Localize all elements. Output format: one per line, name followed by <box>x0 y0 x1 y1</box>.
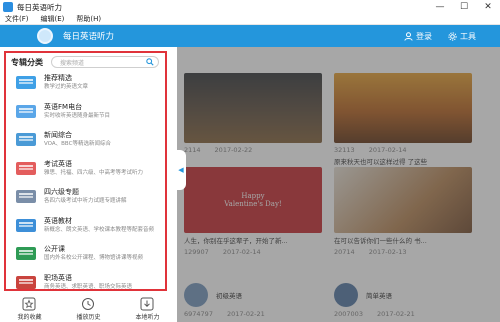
category-description: 新概念、朗文英语、学校课本教程等配套音频 <box>44 226 155 233</box>
history-icon <box>82 298 95 310</box>
window-title: 每日英语听力 <box>17 2 62 12</box>
collapse-panel-tab[interactable]: ◀ <box>176 150 186 190</box>
category-item[interactable]: 英语教材 新概念、朗文英语、学校课本教程等配套音频 <box>8 215 166 244</box>
category-panel-highlight: 专辑分类 搜索频道 推荐精选 教学过的英语文章 英语FM电台 实时收听英语随身最新节目… <box>4 51 167 291</box>
title-bar: 每日英语听力 — ☐ ✕ <box>0 0 500 14</box>
category-description: VOA、BBC等精选新闻综合 <box>44 141 111 147</box>
login-button[interactable]: 登录 <box>404 31 432 42</box>
panel-bottom-nav: 我的收藏 播放历史 本地听力 <box>0 297 177 322</box>
category-item[interactable]: 考试英语 雅思、托福、四六级、中高考等考试听力 <box>8 158 166 187</box>
category-item[interactable]: 推荐精选教学过的英语文章 <box>8 72 166 101</box>
category-item[interactable]: 公开课国内外名校公开课程、博物馆讲课等视频 <box>8 243 166 272</box>
maximize-button[interactable]: ☐ <box>452 0 476 14</box>
menu-help[interactable]: 帮助(H) <box>76 14 101 24</box>
category-name: 推荐精选 <box>44 74 72 82</box>
gear-icon <box>448 31 457 41</box>
category-name: 英语FM电台 <box>44 102 83 111</box>
category-description: 雅思、托福、四六级、中高考等考试听力 <box>44 169 144 176</box>
tools-label: 工具 <box>460 31 476 41</box>
local-audio-button[interactable]: 本地听力 <box>135 297 160 321</box>
category-name: 公开课 <box>44 245 65 253</box>
category-icon <box>16 218 36 232</box>
favorites-button[interactable]: 我的收藏 <box>17 297 42 321</box>
category-icon <box>16 275 36 289</box>
panel-title: 专辑分类 <box>11 57 43 67</box>
favorites-label: 我的收藏 <box>17 314 42 321</box>
category-item[interactable]: 新闻综合 VOA、BBC等精选新闻综合 <box>8 129 166 158</box>
history-label: 播放历史 <box>76 314 101 321</box>
category-icon <box>16 247 36 260</box>
category-name: 考试英语 <box>44 159 72 168</box>
menu-edit[interactable]: 编辑(E) <box>41 14 65 24</box>
category-panel: 专辑分类 搜索频道 推荐精选 教学过的英语文章 英语FM电台 实时收听英语随身最新节目… <box>0 47 177 322</box>
category-description: 教学过的英语文章 <box>44 84 89 90</box>
header-title: 每日英语听力 <box>63 32 115 42</box>
category-item[interactable]: 英语FM电台 实时收听英语随身最新节目 <box>8 101 166 130</box>
category-icon <box>16 161 36 175</box>
search-icon[interactable] <box>146 58 154 66</box>
menu-file[interactable]: 文件(F) <box>5 14 29 24</box>
close-button[interactable]: ✕ <box>476 0 500 14</box>
category-item[interactable]: 四六级专题各四六级考试中听力试题专题讲解 <box>8 186 166 215</box>
login-label: 登录 <box>416 31 432 41</box>
category-icon <box>16 190 36 203</box>
tools-button[interactable]: 工具 <box>448 31 476 42</box>
app-logo <box>37 28 53 44</box>
category-name: 职场英语 <box>44 273 72 282</box>
download-icon <box>140 297 154 311</box>
app-header: 每日英语听力 登录 工具 <box>0 25 500 47</box>
category-name: 四六级专题 <box>44 188 79 196</box>
category-name: 英语教材 <box>44 216 72 225</box>
category-description: 实时收听英语随身最新节目 <box>44 112 111 119</box>
search-placeholder: 搜索频道 <box>60 59 85 67</box>
category-item[interactable]: 职场英语 商务英语、求职英语、职场交际英语 <box>8 272 166 301</box>
category-name: 新闻综合 <box>44 131 72 139</box>
minimize-button[interactable]: — <box>428 0 452 14</box>
category-description: 国内外名校公开课程、博物馆讲课等视频 <box>44 255 144 261</box>
category-description: 各四六级考试中听力试题专题讲解 <box>44 198 127 204</box>
category-icon <box>16 133 36 146</box>
app-icon <box>3 2 13 12</box>
window-controls: — ☐ ✕ <box>428 0 500 14</box>
category-icon <box>16 104 36 118</box>
category-icon <box>16 76 36 89</box>
star-icon <box>22 297 36 311</box>
user-icon <box>404 31 413 41</box>
channel-search-input[interactable]: 搜索频道 <box>51 56 159 68</box>
local-audio-label: 本地听力 <box>135 314 160 321</box>
history-button[interactable]: 播放历史 <box>76 297 101 321</box>
menu-bar: 文件(F) 编辑(E) 帮助(H) <box>0 14 500 25</box>
category-description: 商务英语、求职英语、职场交际英语 <box>44 283 133 290</box>
chevron-left-icon: ◀ <box>178 166 184 174</box>
category-list: 推荐精选 教学过的英语文章 英语FM电台 实时收听英语随身最新节目 新闻综合 VOA、BB… <box>8 72 166 300</box>
